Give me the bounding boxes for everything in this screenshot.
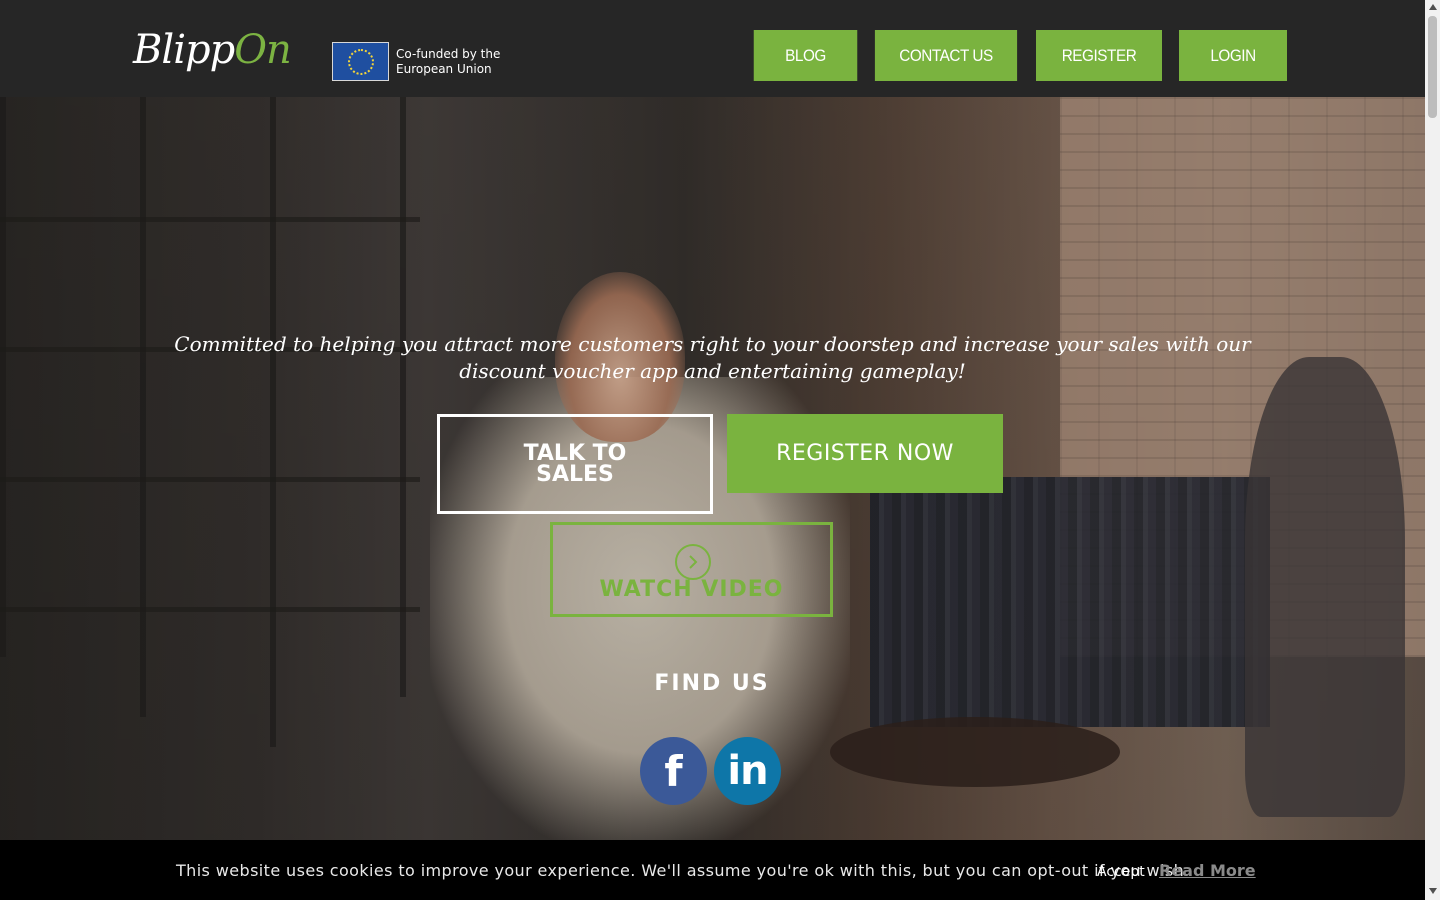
register-now-button[interactable]: REGISTER NOW [727, 414, 1003, 493]
eu-cofunded-label: Co-funded by the European Union [396, 47, 500, 77]
site-header: BlippOn Co-funded by the European Union … [0, 0, 1425, 97]
hero-tagline: Committed to helping you attract more cu… [174, 332, 1251, 383]
cookie-read-more-link[interactable]: Read More [1159, 861, 1256, 880]
scroll-up-arrow-icon[interactable] [1429, 4, 1437, 10]
watch-video-label: WATCH VIDEO [599, 577, 784, 602]
background-shelf [0, 607, 420, 612]
eu-line-1: Co-funded by the [396, 47, 501, 61]
linkedin-glyph: in [727, 748, 768, 794]
facebook-icon[interactable]: f [640, 737, 707, 805]
nav-blog-button[interactable]: BLOG [753, 30, 858, 81]
eu-flag-icon [332, 42, 389, 81]
nav-login-button[interactable]: LOGIN [1179, 30, 1287, 81]
scroll-down-arrow-icon[interactable] [1429, 888, 1437, 894]
talk-to-sales-button[interactable]: TALK TO SALES [437, 414, 713, 514]
page-scrollbar[interactable] [1425, 0, 1440, 900]
nav-register-button[interactable]: REGISTER [1036, 30, 1162, 81]
background-man [1245, 357, 1405, 817]
background-shelf [0, 217, 420, 222]
background-shelf [0, 97, 6, 657]
cookie-consent-bar: This website uses cookies to improve you… [0, 840, 1425, 900]
cookie-message: This website uses cookies to improve you… [176, 861, 1190, 880]
talk-to-sales-label: TALK TO SALES [523, 441, 627, 487]
scrollbar-thumb[interactable] [1428, 16, 1437, 118]
background-clothes-rack [870, 477, 1270, 727]
blippon-logo[interactable]: BlippOn [133, 22, 292, 78]
eu-line-2: European Union [396, 62, 492, 76]
facebook-glyph: f [664, 746, 683, 796]
play-circle-icon [675, 544, 711, 580]
cookie-accept-button[interactable]: Accept [1091, 859, 1151, 885]
background-shelf [140, 97, 146, 717]
background-table [830, 717, 1120, 787]
watch-video-button[interactable]: WATCH VIDEO [550, 522, 833, 617]
hero-section: Committed to helping you attract more cu… [0, 97, 1425, 840]
linkedin-icon[interactable]: in [714, 737, 781, 805]
nav-contact-us-button[interactable]: CONTACT US [874, 30, 1018, 81]
find-us-heading: FIND US [654, 671, 770, 696]
background-shelf [270, 97, 276, 747]
background-shelf [0, 477, 420, 482]
